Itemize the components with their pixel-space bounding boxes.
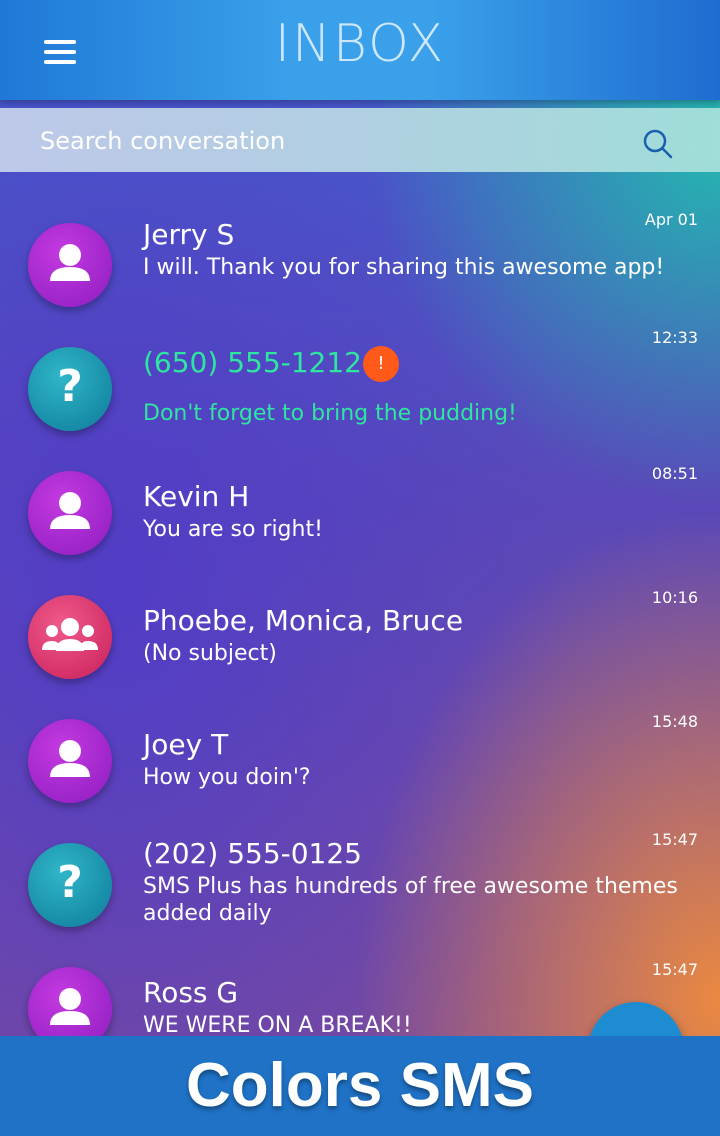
conversation-row[interactable]: ? (202) 555-0125 SMS Plus has hundreds o… bbox=[0, 822, 720, 946]
group-avatar-icon bbox=[28, 595, 112, 679]
conversation-row[interactable]: ? (650) 555-1212 ! Don't forget to bring… bbox=[0, 326, 720, 450]
search-input[interactable] bbox=[38, 118, 602, 164]
conversation-row[interactable]: Jerry S I will. Thank you for sharing th… bbox=[0, 202, 720, 326]
message-preview: I will. Thank you for sharing this aweso… bbox=[143, 255, 665, 280]
message-preview: You are so right! bbox=[143, 517, 323, 542]
search-bar bbox=[0, 108, 720, 172]
conversation-list: Jerry S I will. Thank you for sharing th… bbox=[0, 172, 720, 1036]
unknown-contact-icon: ? bbox=[28, 347, 112, 431]
message-preview: SMS Plus has hundreds of free awesome th… bbox=[143, 874, 678, 926]
message-time: 15:47 bbox=[651, 830, 698, 849]
contact-avatar-icon bbox=[28, 471, 112, 555]
conversation-row[interactable]: Phoebe, Monica, Bruce (No subject) 10:16 bbox=[0, 574, 720, 698]
message-time: Apr 01 bbox=[644, 210, 698, 229]
unknown-contact-icon: ? bbox=[28, 843, 112, 927]
contact-avatar-icon bbox=[28, 223, 112, 307]
message-preview: How you doin'? bbox=[143, 765, 311, 790]
contact-name: Joey T bbox=[143, 728, 229, 761]
contact-avatar-icon bbox=[28, 967, 112, 1036]
message-time: 15:47 bbox=[651, 960, 698, 979]
contact-name: (650) 555-1212 bbox=[143, 346, 362, 379]
page-title: INBOX bbox=[274, 14, 446, 74]
contact-name: Phoebe, Monica, Bruce bbox=[143, 604, 464, 637]
conversation-row[interactable]: Kevin H You are so right! 08:51 bbox=[0, 450, 720, 574]
contact-avatar-icon bbox=[28, 719, 112, 803]
alert-badge: ! bbox=[363, 346, 399, 382]
conversation-row[interactable]: Joey T How you doin'? 15:48 bbox=[0, 698, 720, 822]
message-time: 15:48 bbox=[651, 712, 698, 731]
message-time: 10:16 bbox=[651, 588, 698, 607]
message-time: 12:33 bbox=[651, 328, 698, 347]
promo-banner: Colors SMS bbox=[0, 1036, 720, 1136]
contact-name: (202) 555-0125 bbox=[143, 837, 362, 870]
contact-name: Ross G bbox=[143, 976, 239, 1009]
search-icon[interactable] bbox=[640, 126, 676, 162]
app-header: INBOX bbox=[0, 0, 720, 100]
contact-name: Jerry S bbox=[143, 218, 235, 251]
message-preview: Don't forget to bring the pudding! bbox=[143, 401, 517, 426]
banner-title: Colors SMS bbox=[186, 1051, 534, 1120]
message-preview: (No subject) bbox=[143, 641, 277, 666]
message-time: 08:51 bbox=[651, 464, 698, 483]
contact-name: Kevin H bbox=[143, 480, 250, 513]
